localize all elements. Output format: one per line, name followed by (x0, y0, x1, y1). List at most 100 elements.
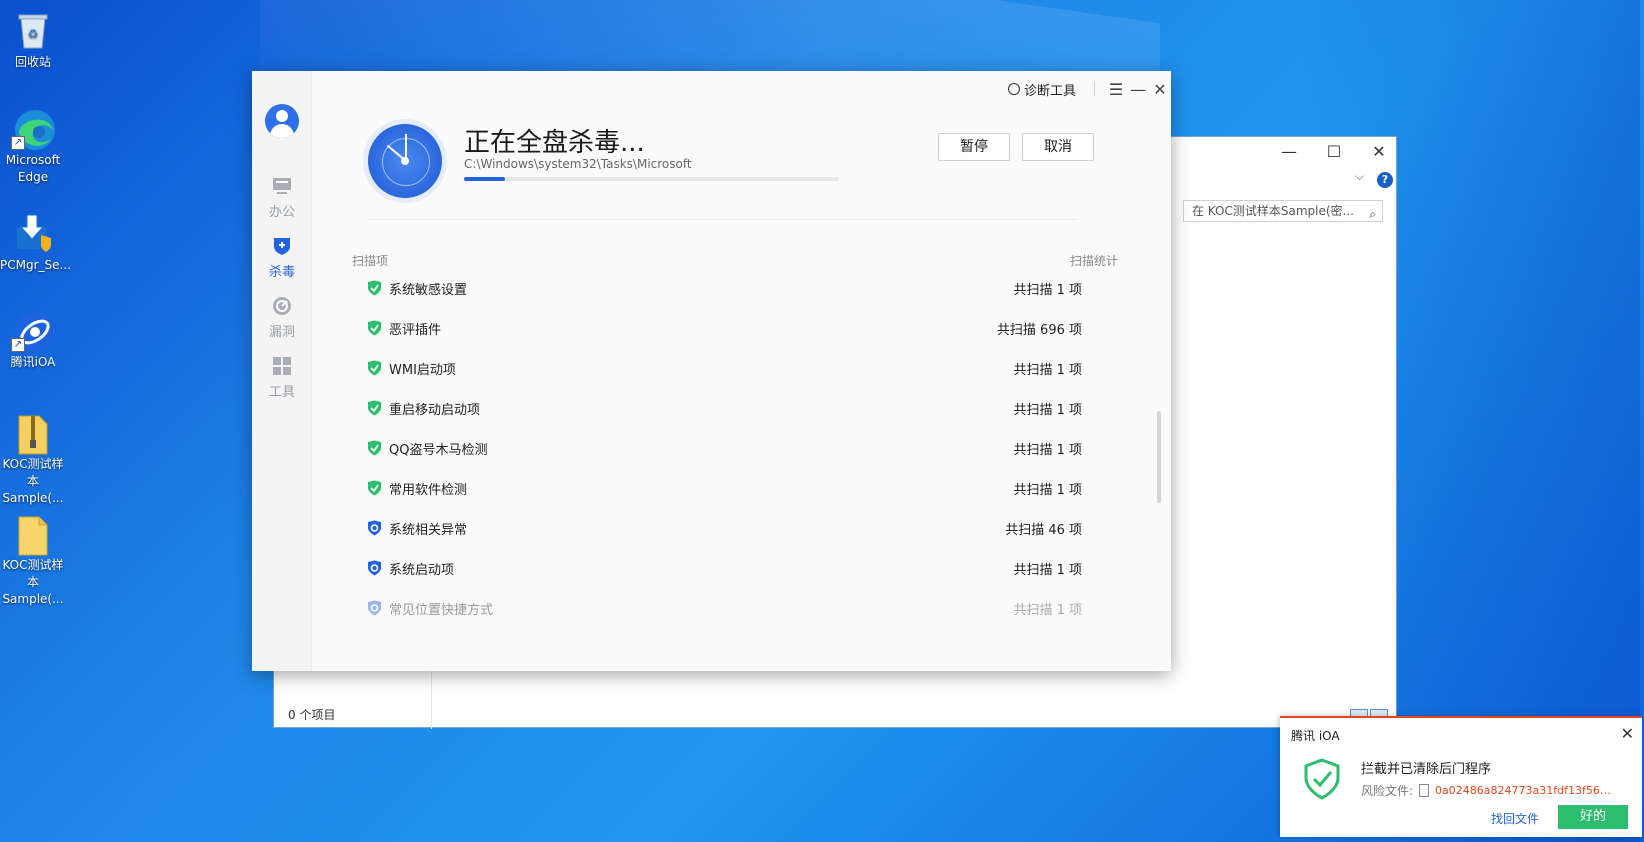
scan-item-stat: 共扫描 1 项 (1013, 282, 1082, 298)
shield-check-icon (367, 360, 381, 376)
header-divider (367, 219, 1077, 220)
scan-item-name: QQ盗号木马检测 (389, 442, 488, 458)
desktop-icon-koc-folder[interactable]: KOC测试样 本Sample(... (0, 513, 66, 608)
zip-folder-icon (13, 412, 53, 455)
scan-item-left: 常见位置快捷方式 (367, 599, 493, 618)
desktop-icon-ioa[interactable]: ↗ 腾讯iOA (0, 310, 66, 371)
desktop-icon-label: 回收站 (14, 55, 51, 69)
scan-item-row: 系统相关异常 共扫描 46 项 (367, 508, 1084, 548)
nav-item-office[interactable]: 办公 (252, 175, 312, 220)
notification-message: 拦截并已清除后门程序 (1361, 762, 1492, 777)
notification-app-name: 腾讯 iOA (1291, 729, 1340, 743)
desktop-icon-label: KOC测试样 (2, 457, 64, 471)
scan-item-name: 系统启动项 (389, 562, 455, 578)
scrollbar[interactable] (1157, 411, 1161, 503)
scan-item-name: 系统敏感设置 (389, 282, 468, 298)
explorer-close-button[interactable]: ✕ (1364, 142, 1394, 161)
scan-item-row: QQ盗号木马检测 共扫描 1 项 (367, 428, 1084, 468)
explorer-minimize-button[interactable]: — (1274, 142, 1304, 161)
scan-item-name: 常用软件检测 (389, 482, 468, 498)
recover-file-link[interactable]: 找回文件 (1491, 810, 1539, 827)
column-header-stats: 扫描统计 (1069, 254, 1118, 268)
scan-item-left: 系统启动项 (367, 559, 454, 578)
scan-item-name: 重启移动启动项 (389, 402, 481, 418)
avatar[interactable] (265, 104, 299, 138)
file-icon (1419, 784, 1430, 797)
title-bar-divider (1094, 82, 1095, 96)
scan-item-row: 常见位置快捷方式 共扫描 1 项 (367, 588, 1084, 628)
shield-check-icon (367, 440, 381, 456)
desktop-icon-label: 本Sample(... (2, 575, 64, 606)
scan-item-stat: 共扫描 1 项 (1013, 602, 1082, 618)
scan-item-left: 重启移动启动项 (367, 399, 480, 418)
risk-file-row: 风险文件: 0a02486a824773a31fdf13f567d... (1361, 782, 1615, 799)
shield-check-icon (367, 320, 381, 336)
desktop-icon-label: KOC测试样 (2, 558, 64, 572)
shield-check-icon (367, 480, 381, 496)
notification-toast: 腾讯 iOA ✕ 拦截并已清除后门程序 风险文件: 0a02486a824773… (1280, 716, 1642, 837)
scan-item-name: WMI启动项 (389, 362, 456, 378)
help-icon[interactable]: ? (1377, 172, 1393, 188)
shield-scanning-icon (367, 600, 381, 616)
diagnostic-tool-button[interactable]: 诊断工具 (1007, 80, 1076, 99)
risk-file-name: 0a02486a824773a31fdf13f567d... (1435, 784, 1616, 797)
antivirus-shield-icon (271, 235, 293, 257)
scan-title: 正在全盘杀毒... (464, 128, 645, 158)
explorer-maximize-button[interactable]: ☐ (1319, 142, 1349, 161)
scan-item-left: WMI启动项 (367, 359, 456, 378)
close-button[interactable]: ✕ (1149, 80, 1171, 99)
scan-item-row: 系统敏感设置 共扫描 1 项 (367, 268, 1084, 308)
edge-icon: ↗ (11, 108, 55, 150)
antivirus-window: 办公 杀毒 漏洞 工具 诊断工具 ☰ — ✕ 正在全盘杀毒... C:\Wind… (252, 71, 1171, 671)
folder-icon (13, 513, 53, 556)
scan-item-stat: 共扫描 1 项 (1013, 442, 1082, 458)
chevron-down-icon[interactable]: ⌵ (1355, 169, 1364, 184)
scan-item-left: 常用软件检测 (367, 479, 467, 498)
explorer-search-input[interactable]: 在 KOC测试样本Sample(密... ⌕ (1183, 200, 1383, 222)
scan-item-row: 重启移动启动项 共扫描 1 项 (367, 388, 1084, 428)
scan-current-path: C:\Windows\system32\Tasks\Microsoft (464, 157, 692, 171)
explorer-search-placeholder: 在 KOC测试样本Sample(密... (1192, 204, 1354, 218)
tools-grid-icon (271, 355, 293, 377)
minimize-button[interactable]: — (1127, 80, 1149, 99)
diagnostic-tool-label: 诊断工具 (1023, 83, 1076, 99)
column-header-item: 扫描项 (352, 254, 389, 268)
scan-progress-fill (464, 177, 506, 181)
nav-item-label: 杀毒 (268, 265, 295, 280)
nav-item-tools[interactable]: 工具 (252, 355, 312, 400)
installer-icon (13, 213, 53, 253)
menu-icon[interactable]: ☰ (1105, 80, 1127, 99)
scan-item-stat: 共扫描 1 项 (1013, 362, 1082, 378)
scan-item-stat: 共扫描 1 项 (1013, 562, 1082, 578)
nav-item-label: 工具 (268, 385, 295, 400)
desktop-icon-recycle-bin[interactable]: ♻ 回收站 (0, 10, 66, 71)
scan-progress-bar (464, 177, 839, 181)
scan-item-row: 常用软件检测 共扫描 1 项 (367, 468, 1084, 508)
nav-item-antivirus[interactable]: 杀毒 (252, 235, 312, 280)
pause-button[interactable]: 暂停 (938, 133, 1010, 161)
explorer-pane-divider (431, 669, 432, 729)
diagnostic-icon (1007, 83, 1020, 95)
notification-close-button[interactable]: ✕ (1621, 724, 1634, 743)
recycle-bin-icon: ♻ (13, 10, 53, 50)
desktop-icon-pcmgr[interactable]: PCMgr_Se... (0, 213, 71, 274)
cancel-button[interactable]: 取消 (1022, 133, 1094, 161)
scan-item-row: 恶评插件 共扫描 696 项 (367, 308, 1084, 348)
risk-file-label: 风险文件: (1361, 784, 1414, 798)
scan-item-row: 系统启动项 共扫描 1 项 (367, 548, 1084, 588)
desktop-icon-edge[interactable]: ↗ Microsoft Edge (0, 108, 66, 186)
scan-item-left: 恶评插件 (367, 319, 441, 338)
ok-button[interactable]: 好的 (1558, 805, 1628, 829)
scan-item-left: QQ盗号木马检测 (367, 439, 487, 458)
nav-item-vulnerability[interactable]: 漏洞 (252, 295, 312, 340)
scan-item-stat: 共扫描 1 项 (1013, 482, 1082, 498)
office-icon (271, 175, 293, 197)
desktop-icon-koc-zip[interactable]: KOC测试样 本Sample(... (0, 412, 66, 507)
shield-check-icon (367, 280, 381, 296)
title-bar: 诊断工具 ☰ — ✕ (1007, 79, 1171, 99)
scan-item-left: 系统相关异常 (367, 519, 467, 538)
shield-scanning-icon (367, 520, 381, 536)
nav-item-label: 漏洞 (268, 325, 295, 340)
explorer-status-text: 0 个项目 (288, 708, 336, 722)
scan-item-row: WMI启动项 共扫描 1 项 (367, 348, 1084, 388)
